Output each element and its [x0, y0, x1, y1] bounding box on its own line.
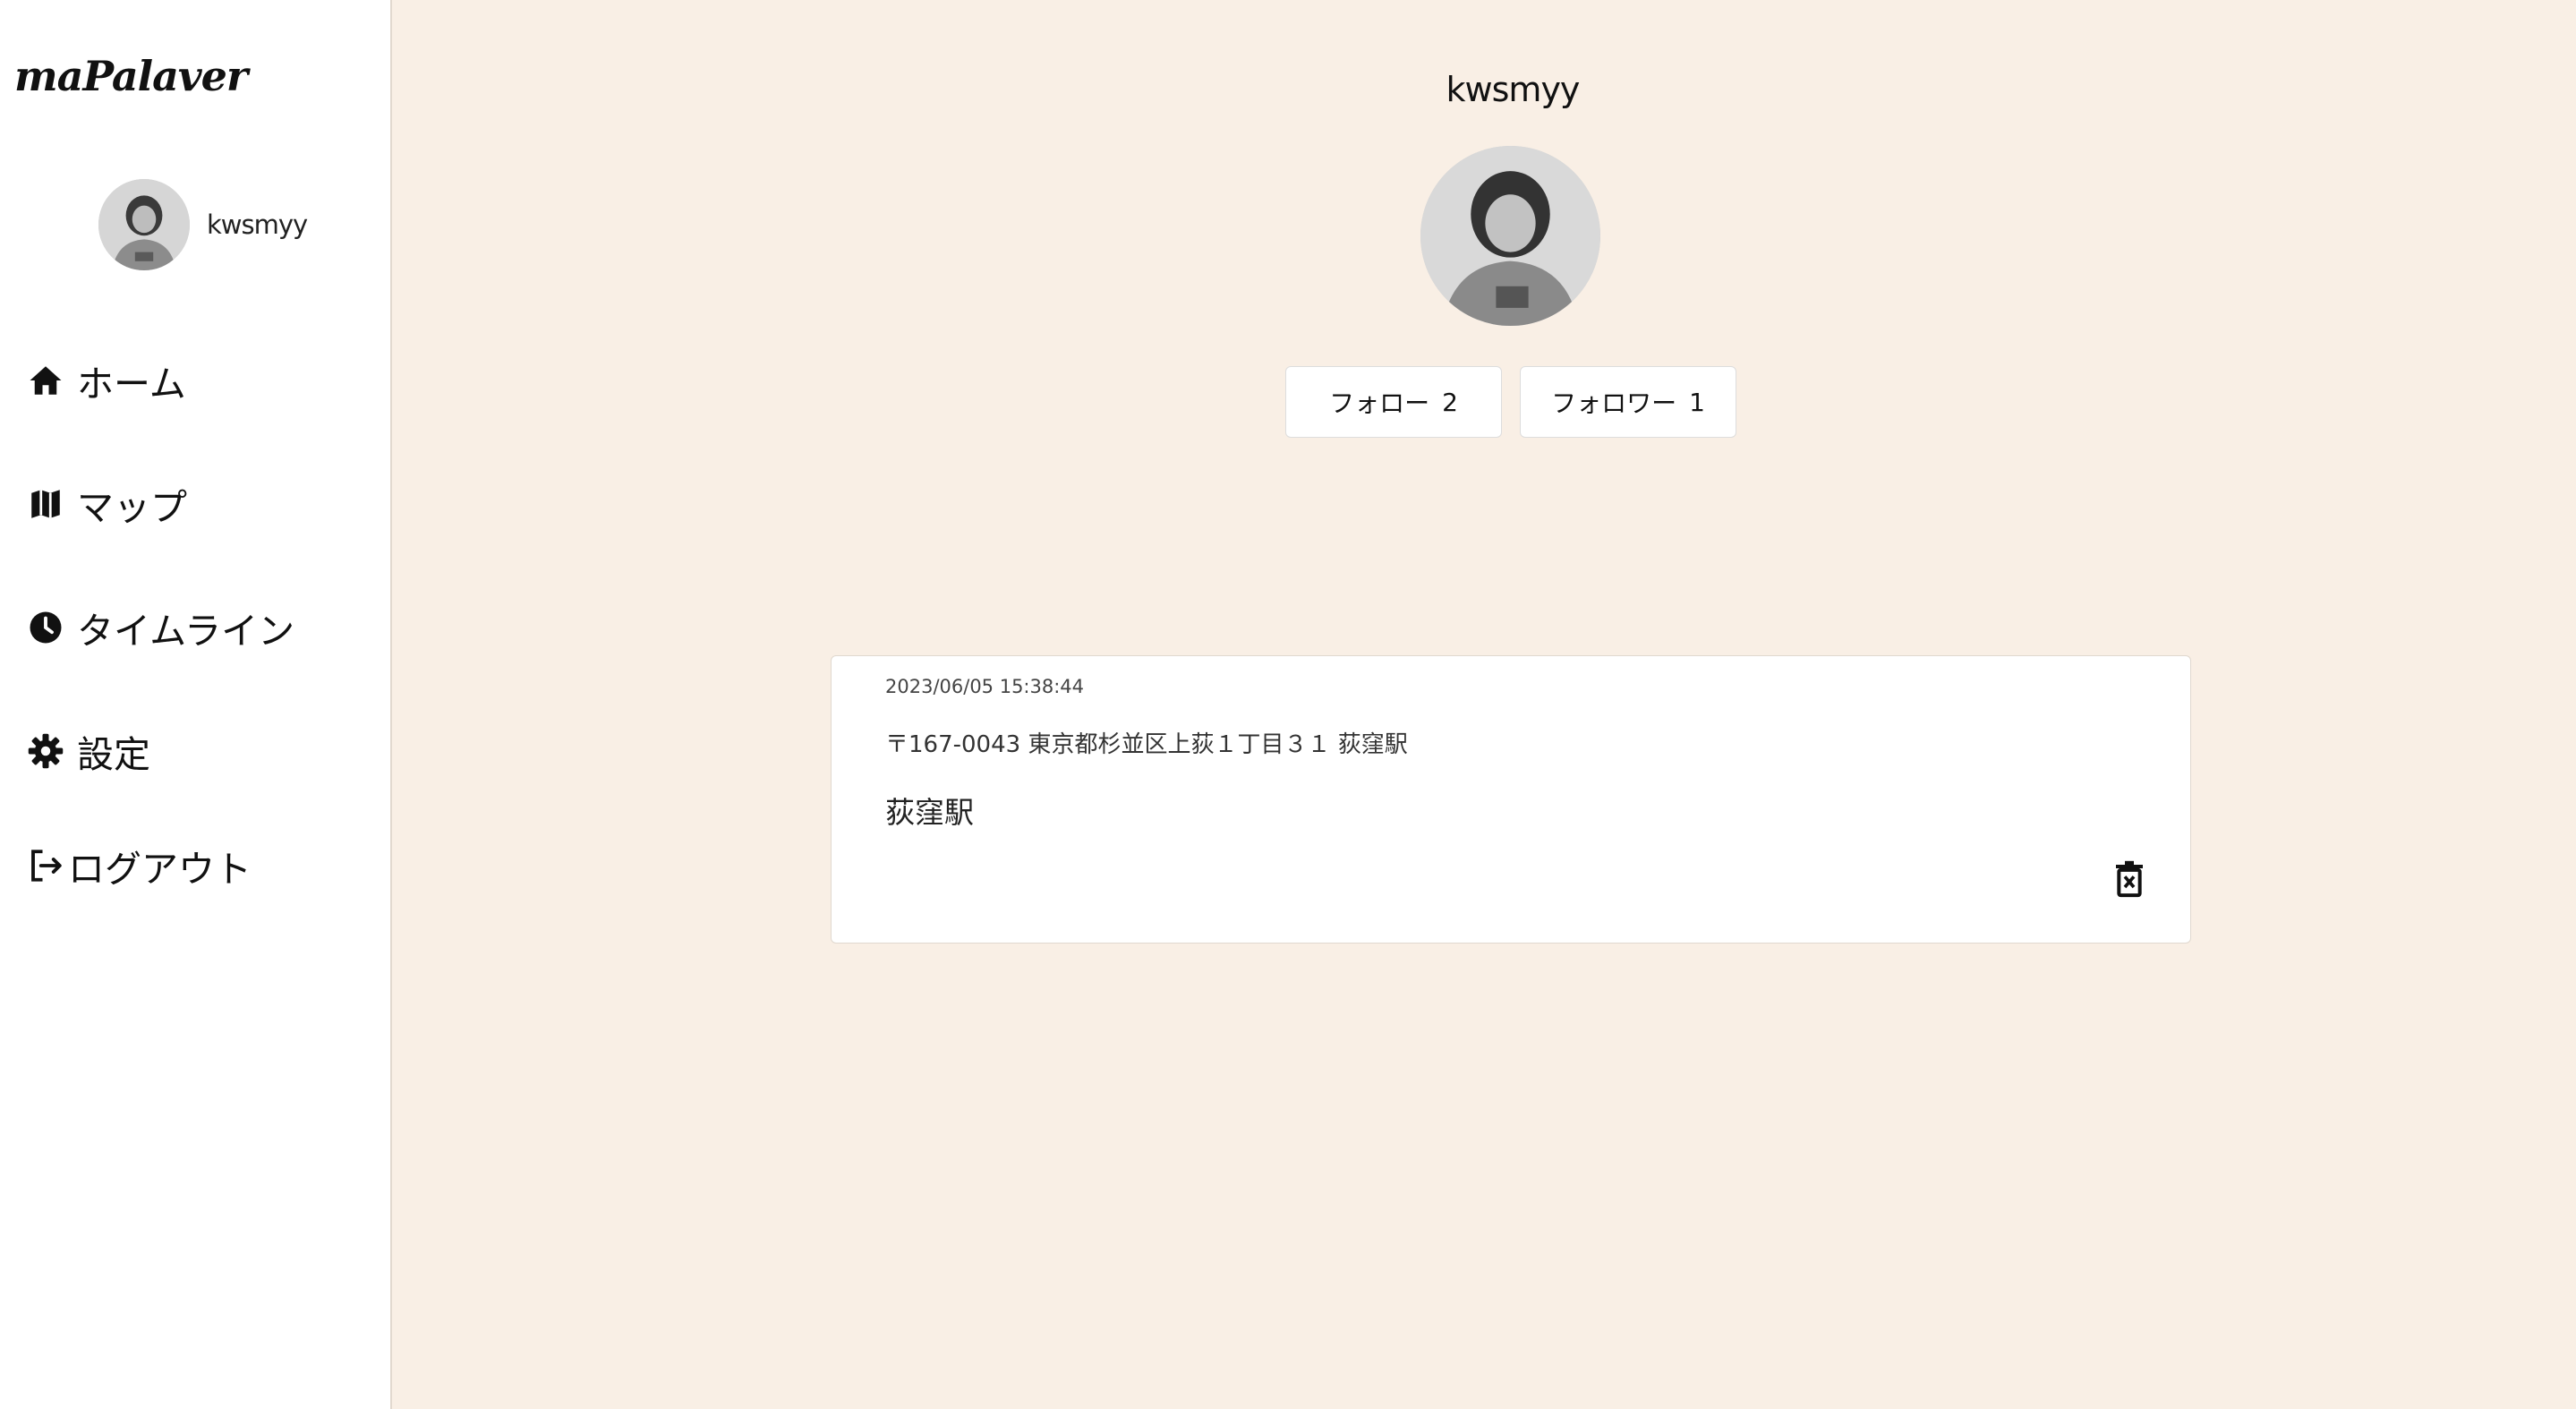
sidebar-item-label: タイムライン: [77, 610, 295, 653]
follow-label: フォロー: [1329, 389, 1430, 418]
sidebar-username: kwsmyy: [207, 209, 308, 240]
post-address: 〒167-0043 東京都杉並区上荻１丁目３１ 荻窪駅: [885, 731, 1408, 758]
delete-post-button[interactable]: [2111, 858, 2147, 898]
sidebar-item-label: ログアウト: [68, 848, 252, 891]
follower-count-button[interactable]: フォロワー 1: [1520, 366, 1736, 438]
sidebar-item-label: 設定: [77, 733, 150, 776]
follower-count: 1: [1689, 387, 1705, 417]
post-timestamp: 2023/06/05 15:38:44: [885, 676, 1085, 697]
follower-label: フォロワー: [1551, 389, 1677, 418]
profile-avatar: [1420, 146, 1600, 326]
post-card[interactable]: 2023/06/05 15:38:44 〒167-0043 東京都杉並区上荻１丁…: [831, 655, 2191, 944]
sidebar-item-map[interactable]: マップ: [25, 477, 187, 531]
follow-count: 2: [1442, 387, 1458, 417]
sidebar-avatar[interactable]: [98, 179, 190, 270]
map-icon: [25, 483, 66, 525]
sidebar-item-label: マップ: [77, 486, 187, 529]
clock-icon: [25, 607, 66, 648]
profile-username: kwsmyy: [1446, 70, 1581, 109]
sidebar-item-home[interactable]: ホーム: [25, 354, 186, 407]
gear-icon: [25, 730, 66, 772]
home-icon: [25, 360, 66, 401]
trash-icon: [2116, 860, 2143, 898]
follow-count-button[interactable]: フォロー 2: [1285, 366, 1502, 438]
app-logo[interactable]: maPalaver: [14, 52, 248, 100]
logout-icon: [25, 845, 66, 886]
sidebar-item-logout[interactable]: ログアウト: [25, 839, 252, 892]
sidebar-item-settings[interactable]: 設定: [25, 724, 150, 778]
post-title: 荻窪駅: [885, 795, 974, 830]
sidebar-item-label: ホーム: [77, 363, 186, 406]
sidebar-item-timeline[interactable]: タイムライン: [25, 601, 294, 654]
sidebar: maPalaver kwsmyy ホーム マップ タイムライン 設定 ログアウト: [0, 0, 392, 1409]
